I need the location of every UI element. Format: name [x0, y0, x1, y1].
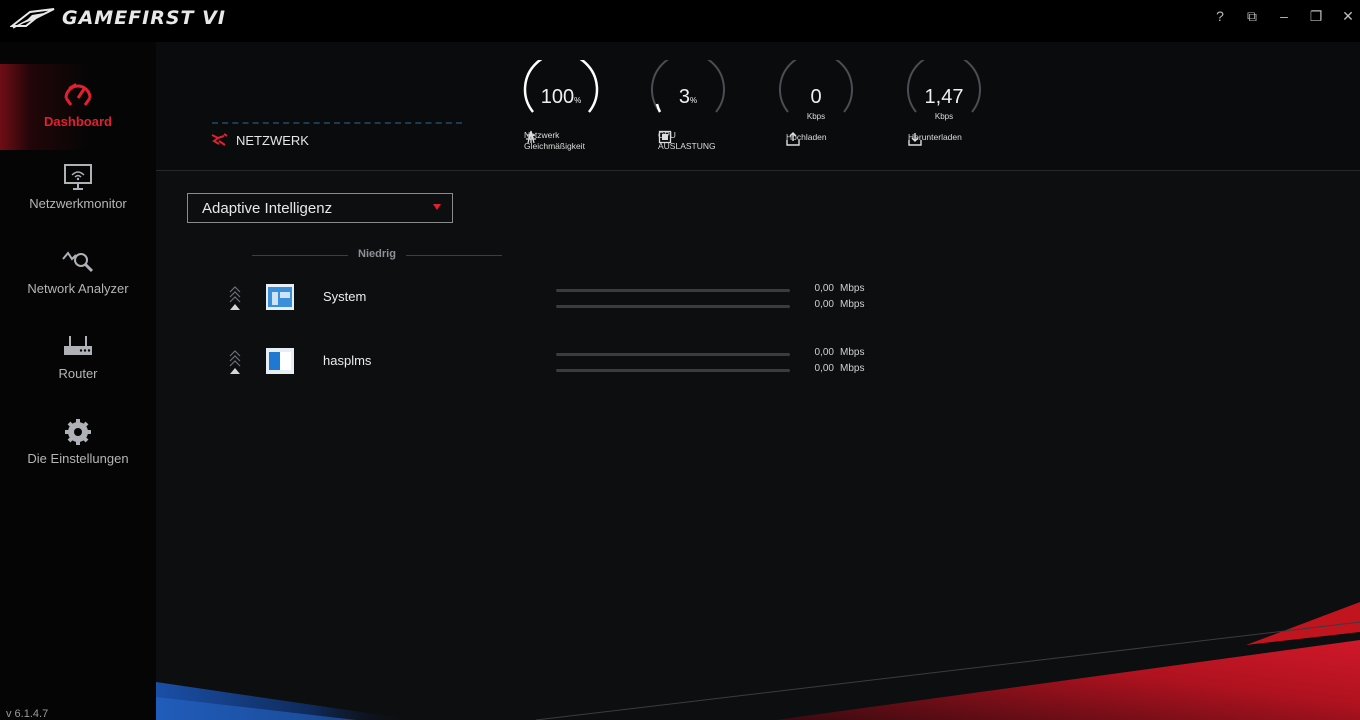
- rog-eye-icon: [10, 8, 55, 29]
- gauge-unit: Kbps: [934, 112, 954, 121]
- divider: [406, 255, 502, 256]
- app-name: System: [323, 289, 367, 304]
- upload-bar: [556, 289, 790, 292]
- network-label: NETZWERK: [236, 132, 309, 148]
- sidebar-item-network-analyzer[interactable]: Network Analyzer: [0, 247, 156, 319]
- gauge-unit: %: [574, 96, 582, 105]
- rate-unit: Mbps: [840, 363, 865, 374]
- cpu-chip-icon: [658, 130, 672, 144]
- download-bar: [556, 305, 790, 308]
- gauge-value-text: 100: [540, 86, 575, 108]
- gauge-value: 0: [776, 86, 856, 109]
- hasplms-app-icon: [266, 348, 294, 374]
- sidebar: Dashboard Netzwerkmonitor Network Analyz…: [0, 42, 156, 720]
- download-rate: 0,00: [814, 363, 834, 374]
- gauge-network-stability: 100% Netzwerk Gleichmäßigkeit: [521, 60, 601, 160]
- gauge-value-text: 3: [678, 86, 690, 108]
- gauge-value-text: 1,47: [924, 86, 964, 108]
- sidebar-item-router[interactable]: Router: [0, 332, 156, 404]
- rate-unit: Mbps: [840, 299, 865, 310]
- sidebar-item-label: Router: [58, 366, 98, 381]
- gauge-unit: Kbps: [806, 112, 826, 121]
- rate-unit: Mbps: [840, 283, 865, 294]
- restore-window-button[interactable]: ⧉: [1242, 8, 1262, 25]
- app-row[interactable]: System 0,00 Mbps 0,00 Mbps: [226, 282, 926, 322]
- upload-rate: 0,00: [814, 283, 834, 294]
- sidebar-item-label: Netzwerkmonitor: [29, 196, 127, 211]
- priority-arrows-icon[interactable]: [228, 284, 242, 310]
- app-row[interactable]: hasplms 0,00 Mbps 0,00 Mbps: [226, 346, 926, 386]
- main-panel: NETZWERK 100% Netzwerk Gleichmäßigkeit 3%: [156, 42, 1360, 720]
- priority-group-header: Niedrig: [252, 248, 502, 262]
- gauge-caption: Herunterladen: [908, 132, 1008, 146]
- gauge-caption: Netzwerk Gleichmäßigkeit: [524, 130, 624, 152]
- minimize-button[interactable]: –: [1274, 8, 1294, 24]
- gauge-value: 100%: [521, 86, 601, 109]
- rate-unit: Mbps: [840, 347, 865, 358]
- app-name: hasplms: [323, 353, 372, 368]
- mode-select[interactable]: Adaptive Intelligenz: [187, 193, 453, 223]
- gauge-value: 3%: [648, 86, 728, 109]
- sidebar-item-dashboard[interactable]: Dashboard: [0, 64, 156, 150]
- network-graph-baseline: [212, 122, 462, 124]
- router-icon: [64, 336, 92, 355]
- download-rate: 0,00: [814, 299, 834, 310]
- gauge-cpu-usage: 3% CPUAUSLASTUNG: [648, 60, 728, 160]
- network-tower-icon: [526, 130, 536, 144]
- monitor-wifi-icon: [64, 164, 92, 190]
- sidebar-item-label: Die Einstellungen: [27, 451, 129, 466]
- gear-icon: [65, 419, 91, 445]
- network-runner-icon: [211, 133, 228, 146]
- gauge-upload: 0 Kbps Hochladen: [776, 60, 856, 160]
- status-header: NETZWERK 100% Netzwerk Gleichmäßigkeit 3%: [156, 42, 1360, 171]
- maximize-button[interactable]: ❐: [1306, 8, 1326, 25]
- help-button[interactable]: ?: [1210, 8, 1230, 24]
- mode-select-value: Adaptive Intelligenz: [202, 200, 333, 217]
- gauge-unit: %: [690, 96, 698, 105]
- analyzer-icon: [62, 251, 94, 273]
- version-label: v 6.1.4.7: [6, 708, 49, 720]
- sidebar-item-einstellungen[interactable]: Die Einstellungen: [0, 417, 156, 489]
- gauge-value: 1,47: [904, 86, 984, 109]
- sidebar-item-label: Dashboard: [44, 114, 112, 129]
- gauge-caption: Hochladen: [786, 132, 886, 146]
- upload-rate: 0,00: [814, 347, 834, 358]
- network-indicator: NETZWERK: [210, 132, 309, 148]
- gauge-caption: CPUAUSLASTUNG: [658, 130, 758, 152]
- upload-icon: [786, 132, 800, 146]
- download-icon: [908, 133, 922, 146]
- sidebar-item-label: Network Analyzer: [27, 281, 129, 296]
- app-title: GAMEFIRST VI: [62, 7, 226, 29]
- priority-arrows-icon[interactable]: [228, 348, 242, 374]
- priority-group-label: Niedrig: [358, 248, 396, 260]
- download-bar: [556, 369, 790, 372]
- dashboard-icon: [64, 83, 92, 106]
- close-button[interactable]: ✕: [1338, 8, 1358, 25]
- gauge-download: 1,47 Kbps Herunterladen: [904, 60, 984, 160]
- title-bar: GAMEFIRST VI ? ⧉ – ❐ ✕: [0, 0, 1360, 42]
- upload-bar: [556, 353, 790, 356]
- system-app-icon: [266, 284, 294, 310]
- gauge-value-text: 0: [810, 86, 822, 108]
- sidebar-item-netzwerkmonitor[interactable]: Netzwerkmonitor: [0, 162, 156, 234]
- app-logo: GAMEFIRST VI: [10, 6, 226, 30]
- chevron-down-icon: [433, 204, 441, 210]
